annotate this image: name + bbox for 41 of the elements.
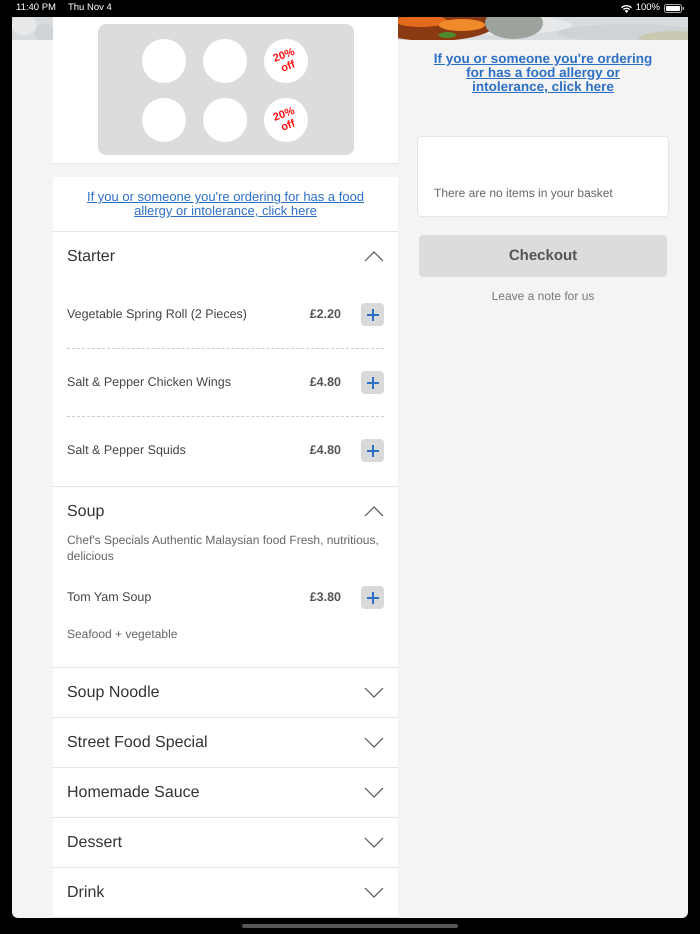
- item-price: £4.80: [310, 374, 341, 392]
- status-date: Thu Nov 4: [68, 1, 112, 16]
- category-header[interactable]: Soup Noodle: [53, 668, 398, 717]
- status-time: 11:40 PM: [16, 1, 56, 16]
- discount-label: 20% off: [270, 44, 298, 77]
- battery-icon: [664, 4, 684, 13]
- category-header[interactable]: Starter: [53, 232, 398, 281]
- empty-basket-message: There are no items in your basket: [434, 185, 613, 202]
- item-price: £2.20: [310, 306, 341, 324]
- plus-icon: [366, 376, 378, 388]
- category-header[interactable]: Dessert: [53, 818, 398, 867]
- add-button[interactable]: [361, 439, 384, 462]
- category-header[interactable]: Drink: [53, 868, 398, 917]
- wifi-icon: [620, 4, 632, 12]
- leave-note-link[interactable]: Leave a note for us: [492, 287, 594, 305]
- add-button[interactable]: [361, 371, 384, 394]
- plus-icon: [366, 592, 378, 604]
- chevron-down-icon: [364, 837, 384, 848]
- item-name: Vegetable Spring Roll (2 Pieces): [67, 306, 248, 324]
- item-note: Seafood + vegetable: [67, 626, 178, 643]
- plus-icon: [366, 444, 378, 456]
- battery-percent: 100%: [636, 1, 660, 16]
- item-price: £3.80: [310, 589, 341, 606]
- item-name: Salt & Pepper Squids: [67, 442, 187, 460]
- item-name: Tom Yam Soup: [67, 589, 152, 606]
- allergy-link[interactable]: If you or someone you're ordering for has a food allergy or intolerance, click here: [430, 52, 656, 94]
- add-button[interactable]: [361, 303, 384, 326]
- add-button[interactable]: [361, 586, 384, 609]
- chevron-down-icon: [364, 887, 384, 898]
- plus-icon: [366, 308, 378, 320]
- checkout-button[interactable]: Checkout: [419, 235, 667, 277]
- item-name: Salt & Pepper Chicken Wings: [67, 374, 232, 392]
- chevron-up-icon: [364, 251, 384, 262]
- chevron-down-icon: [364, 687, 384, 698]
- discount-label: 20% off: [270, 104, 298, 136]
- category-header[interactable]: Homemade Sauce: [53, 768, 398, 817]
- category-header[interactable]: Street Food Special: [53, 718, 398, 767]
- chevron-down-icon: [364, 737, 384, 748]
- chevron-down-icon: [364, 787, 384, 798]
- item-price: £4.80: [310, 442, 341, 460]
- chevron-up-icon: [364, 506, 384, 517]
